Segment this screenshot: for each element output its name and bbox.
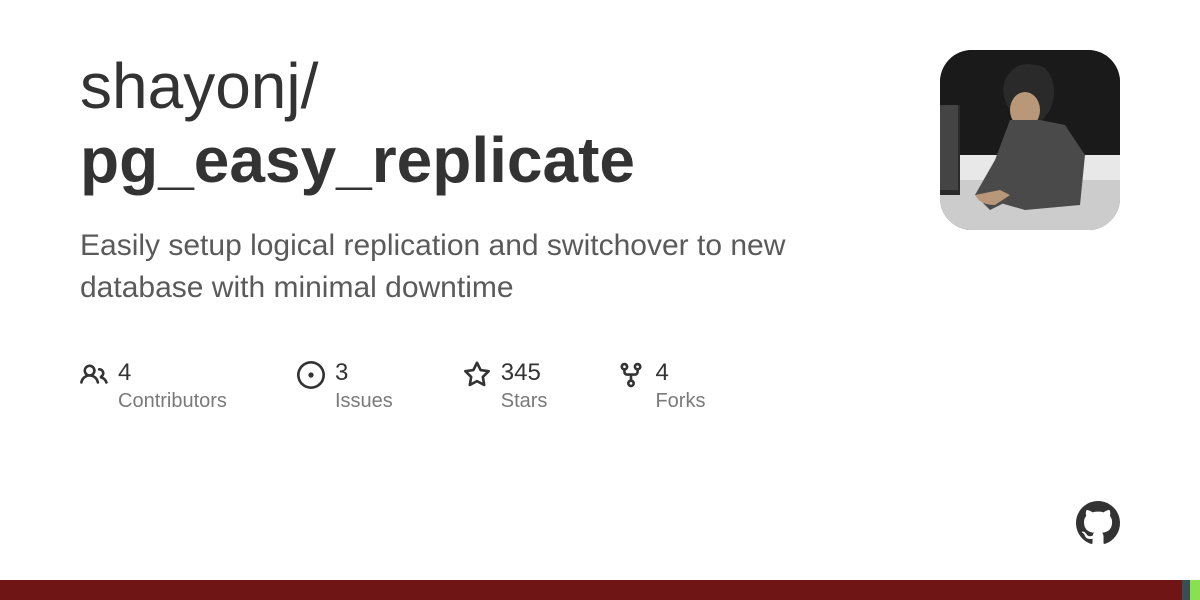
avatar-image: [940, 50, 1120, 230]
language-segment: [0, 580, 1182, 600]
repo-title[interactable]: shayonj/ pg_easy_replicate: [80, 50, 880, 197]
issue-icon: [297, 361, 325, 389]
content-left: shayonj/ pg_easy_replicate Easily setup …: [80, 50, 880, 413]
stars-count: 345: [501, 359, 548, 388]
avatar[interactable]: [940, 50, 1120, 230]
fork-icon: [617, 361, 645, 389]
people-icon: [80, 361, 108, 389]
forks-label: Forks: [655, 390, 705, 413]
issues-count: 3: [335, 359, 393, 388]
forks-stat[interactable]: 4 Forks: [617, 359, 705, 413]
issues-label: Issues: [335, 390, 393, 413]
forks-count: 4: [655, 359, 705, 388]
contributors-count: 4: [118, 359, 227, 388]
stats-row: 4 Contributors 3 Issues 345: [80, 359, 880, 413]
stars-stat[interactable]: 345 Stars: [463, 359, 548, 413]
stars-label: Stars: [501, 390, 548, 413]
repo-owner[interactable]: shayonj/: [80, 50, 318, 122]
issues-stat[interactable]: 3 Issues: [297, 359, 393, 413]
star-icon: [463, 361, 491, 389]
repo-card: shayonj/ pg_easy_replicate Easily setup …: [0, 0, 1200, 413]
repo-name[interactable]: pg_easy_replicate: [80, 124, 635, 196]
language-segment: [1190, 580, 1200, 600]
github-logo-icon[interactable]: [1076, 501, 1120, 545]
contributors-stat[interactable]: 4 Contributors: [80, 359, 227, 413]
language-bar: [0, 580, 1200, 600]
repo-description: Easily setup logical replication and swi…: [80, 225, 880, 309]
contributors-label: Contributors: [118, 390, 227, 413]
language-segment: [1182, 580, 1190, 600]
